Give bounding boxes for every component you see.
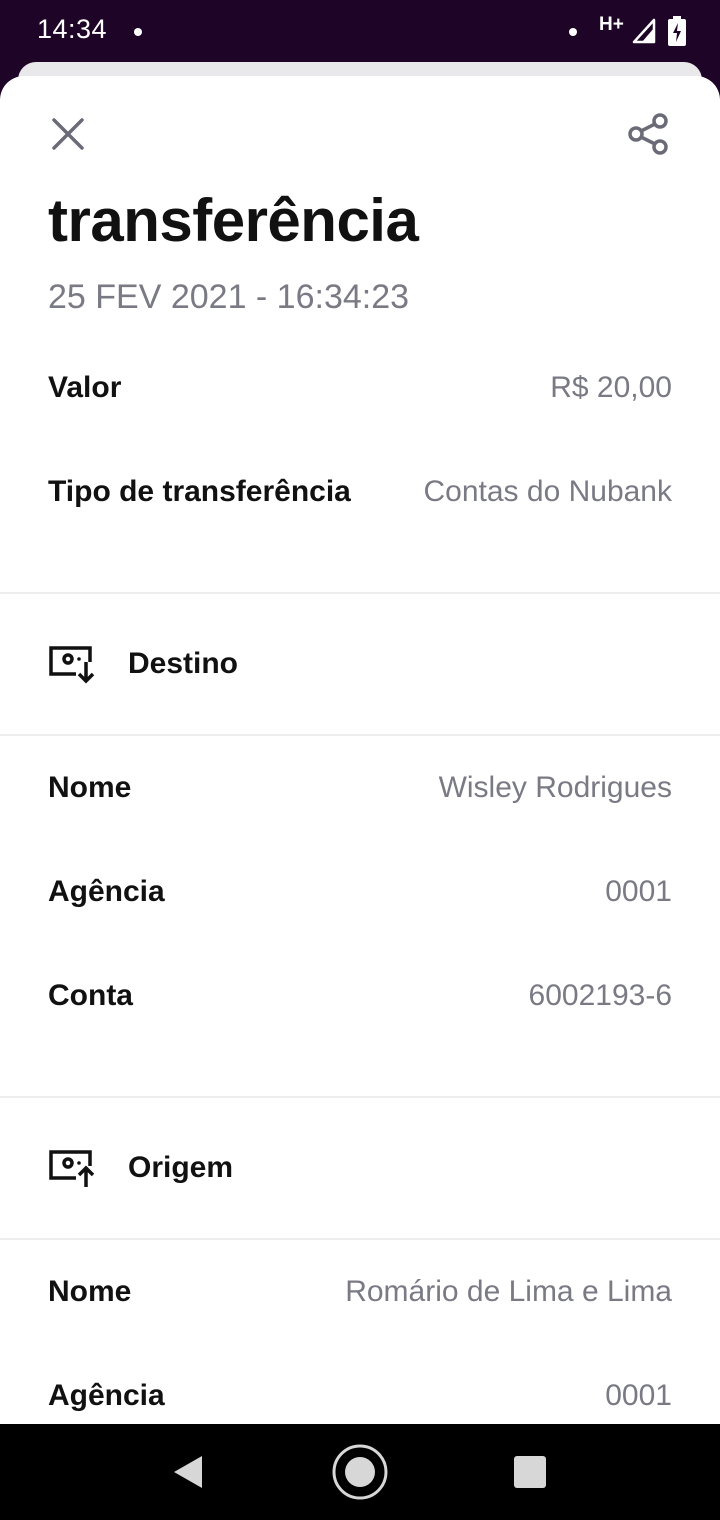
- divider: [0, 1096, 720, 1098]
- section-header-origem: Origem: [48, 1138, 672, 1198]
- page-title: transferência: [48, 187, 419, 254]
- detail-row-valor: Valor R$ 20,00: [48, 363, 672, 413]
- section-header-destino: Destino: [48, 634, 672, 694]
- nav-back-icon[interactable]: [170, 1452, 206, 1492]
- detail-value: 6002193-6: [528, 979, 672, 1012]
- nav-recents-icon[interactable]: [514, 1456, 546, 1488]
- status-time: 14:34: [37, 14, 108, 44]
- money-send-icon: [49, 1150, 95, 1187]
- close-icon: [52, 118, 84, 150]
- detail-value: Romário de Lima e Lima: [345, 1275, 672, 1308]
- section-title: Destino: [128, 647, 239, 680]
- detail-label: Nome: [48, 1275, 132, 1308]
- status-bar: 14:34 H+: [0, 0, 720, 64]
- share-button[interactable]: [622, 108, 674, 160]
- detail-value: R$ 20,00: [550, 371, 672, 404]
- divider: [0, 592, 720, 594]
- detail-value: Contas do Nubank: [423, 475, 673, 508]
- detail-label: Conta: [48, 979, 133, 1012]
- transfer-date: 25 FEV 2021 - 16:34:23: [48, 278, 410, 316]
- share-icon: [628, 113, 668, 155]
- detail-value: Wisley Rodrigues: [438, 771, 672, 804]
- detail-row-nome: Nome Romário de Lima e Lima: [48, 1267, 672, 1317]
- battery-charging-icon: [668, 16, 686, 46]
- nav-home-icon[interactable]: [330, 1442, 390, 1502]
- close-button[interactable]: [44, 110, 92, 158]
- notification-dot-icon: [134, 28, 142, 36]
- detail-row-nome: Nome Wisley Rodrigues: [48, 763, 672, 813]
- detail-row-agencia: Agência 0001: [48, 1371, 672, 1421]
- section-title: Origem: [128, 1151, 234, 1184]
- money-receive-icon: [49, 646, 95, 684]
- detail-label: Agência: [48, 1379, 165, 1412]
- signal-icon: [632, 18, 656, 44]
- divider: [0, 1238, 720, 1240]
- detail-label: Tipo de transferência: [48, 475, 351, 508]
- network-type-label: H+: [599, 14, 624, 35]
- detail-row-conta: Conta 6002193-6: [48, 971, 672, 1021]
- transfer-receipt-sheet: transferência 25 FEV 2021 - 16:34:23 Val…: [0, 76, 720, 1424]
- notification-dot-icon: [569, 28, 577, 36]
- divider: [0, 734, 720, 736]
- detail-row-tipo: Tipo de transferência Contas do Nubank: [48, 467, 672, 517]
- detail-value: 0001: [605, 875, 672, 908]
- detail-label: Nome: [48, 771, 132, 804]
- detail-label: Valor: [48, 371, 122, 404]
- detail-label: Agência: [48, 875, 165, 908]
- detail-row-agencia: Agência 0001: [48, 867, 672, 917]
- detail-value: 0001: [605, 1379, 672, 1412]
- navigation-bar: [0, 1424, 720, 1520]
